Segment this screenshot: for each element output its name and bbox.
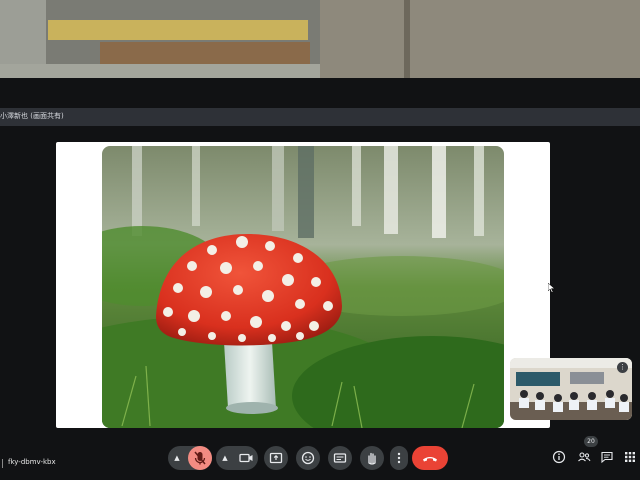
mouse-cursor bbox=[547, 278, 556, 297]
present-icon bbox=[269, 452, 283, 464]
raise-hand-icon bbox=[368, 452, 376, 465]
emoji-button[interactable] bbox=[296, 446, 320, 470]
self-view-tile[interactable]: ⋮ bbox=[510, 358, 632, 420]
captions-button[interactable] bbox=[328, 446, 352, 470]
classroom-video bbox=[510, 358, 632, 420]
people-icon[interactable] bbox=[577, 450, 591, 464]
end-call-icon bbox=[423, 457, 437, 462]
meeting-code: fky-dbmv-kbx bbox=[8, 458, 56, 466]
presenter-title: 小澤新也 (画面共有) bbox=[0, 112, 64, 120]
end-call-button[interactable] bbox=[412, 446, 448, 470]
monitor-screen: 小澤新也 (画面共有) ⋮ fky-dbmv-kbx ▲ ▲ 20 bbox=[0, 78, 640, 480]
camera-control: ▲ bbox=[216, 446, 258, 470]
more-options-icon[interactable]: ⋮ bbox=[617, 362, 628, 373]
camera-icon[interactable] bbox=[234, 446, 258, 470]
more-vertical-icon bbox=[397, 452, 401, 464]
shelf-book-yellow bbox=[48, 20, 308, 40]
shelf-plank bbox=[0, 64, 320, 78]
mushroom-photo bbox=[102, 146, 504, 428]
mic-control: ▲ bbox=[168, 446, 212, 470]
captions-icon bbox=[333, 453, 347, 463]
shelf bbox=[0, 0, 320, 80]
divider bbox=[2, 459, 3, 468]
mic-off-icon[interactable] bbox=[188, 446, 212, 470]
mic-options-chevron-icon[interactable]: ▲ bbox=[168, 446, 186, 470]
wall bbox=[320, 0, 640, 80]
chat-icon[interactable] bbox=[600, 450, 614, 464]
raise-hand-button[interactable] bbox=[360, 446, 384, 470]
info-icon[interactable] bbox=[552, 450, 566, 464]
mushroom-illustration bbox=[102, 146, 504, 428]
present-button[interactable] bbox=[264, 446, 288, 470]
more-options-button[interactable] bbox=[390, 446, 408, 470]
participants-count-badge: 20 bbox=[584, 436, 598, 447]
presentation-title-bar bbox=[0, 108, 640, 126]
wall-post bbox=[404, 0, 410, 80]
emoji-icon bbox=[301, 451, 315, 465]
shelf-book-brown bbox=[100, 42, 310, 64]
grid-icon[interactable] bbox=[623, 450, 637, 464]
camera-options-chevron-icon[interactable]: ▲ bbox=[216, 446, 234, 470]
